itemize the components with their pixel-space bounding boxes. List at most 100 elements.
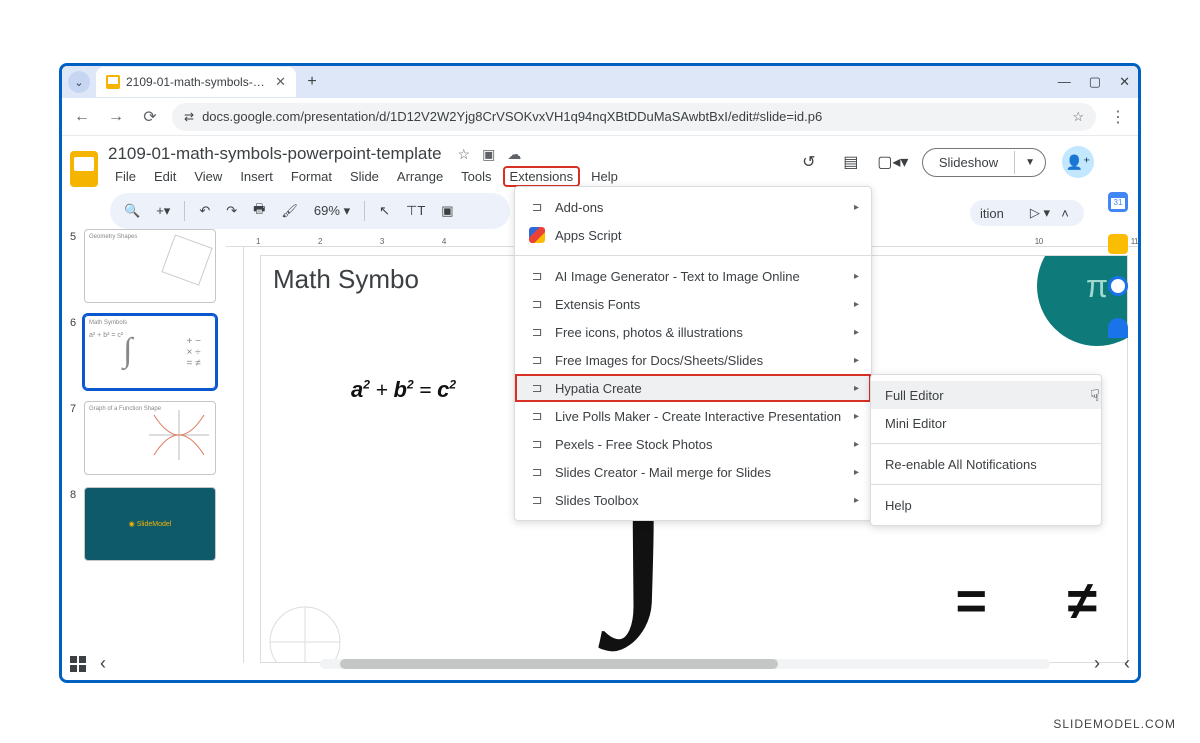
cursor-mode-icon[interactable]: ▷ ▾ [1030,205,1050,221]
thumb-5[interactable]: Geometry Shapes [84,229,216,303]
reload-button[interactable]: ⟳ [138,105,162,129]
mode-dropdown[interactable]: ition ▷ ▾ ˄ [970,200,1084,226]
collapse-icon[interactable]: ˄ [1056,204,1074,222]
star-icon[interactable]: ☆ [458,146,471,163]
vertical-ruler [226,247,244,663]
thumb-8[interactable]: ◉ SlideModel [84,487,216,561]
image-icon[interactable]: ▣ [435,199,459,223]
sub-help[interactable]: Help [871,491,1101,519]
meet-icon[interactable]: ▢◂▾ [880,149,906,175]
comments-icon[interactable]: ▤ [838,149,864,175]
ext-pexels[interactable]: ⊏Pexels - Free Stock Photos▸ [515,430,871,458]
new-tab-button[interactable]: + [300,70,324,94]
tasks-icon[interactable] [1108,276,1128,296]
menu-format[interactable]: Format [284,166,339,187]
cloud-status-icon[interactable]: ☁ [507,146,521,163]
ext-free-images[interactable]: ⊏Free Images for Docs/Sheets/Slides▸ [515,346,871,374]
apps-script-icon [529,227,545,243]
ext-apps-script[interactable]: Apps Script [515,221,871,249]
thumb-number: 5 [70,229,78,303]
browser-tab[interactable]: 2109-01-math-symbols-power ✕ [96,67,296,97]
app-window: ⌄ 2109-01-math-symbols-power ✕ + — ▢ ✕ ←… [59,63,1141,683]
ext-ai-image[interactable]: ⊏AI Image Generator - Text to Image Onli… [515,262,871,290]
menu-view[interactable]: View [187,166,229,187]
addon-icon: ⊏ [529,296,545,312]
horizontal-scrollbar[interactable] [320,659,1050,669]
slides-logo-icon[interactable] [70,151,98,187]
menu-insert[interactable]: Insert [233,166,280,187]
close-tab-icon[interactable]: ✕ [275,74,286,90]
forward-button[interactable]: → [104,105,128,129]
site-info-icon[interactable]: ⇄ [184,110,194,124]
share-button[interactable]: 👤⁺ [1062,146,1094,178]
toolbar: 🔍 +▾ ↶ ↷ 🖶 🖌 69% ▾ ↖ ⊤T ▣ [110,193,510,229]
prev-chevron-icon[interactable]: ‹ [100,653,106,674]
sub-reenable[interactable]: Re-enable All Notifications [871,450,1101,478]
slideshow-dropdown[interactable]: ▼ [1014,151,1045,174]
contacts-icon[interactable] [1108,318,1128,338]
menu-slide[interactable]: Slide [343,166,386,187]
explore-chevron-icon[interactable]: ‹ [1124,653,1130,674]
textbox-icon[interactable]: ⊤T [400,199,431,223]
addon-icon: ⊏ [529,268,545,284]
search-menus-icon[interactable]: 🔍 [118,199,146,223]
not-equals-symbol: ≠ [1067,570,1097,632]
redo-icon[interactable]: ↷ [220,199,243,223]
back-button[interactable]: ← [70,105,94,129]
addon-icon: ⊏ [529,324,545,340]
address-bar[interactable]: ⇄ docs.google.com/presentation/d/1D12V2W… [172,103,1096,131]
window-controls: — ▢ ✕ [1058,74,1130,90]
thumbnail-rail[interactable]: 5 Geometry Shapes 6 Math Symbols a² + b²… [62,229,226,663]
minimize-icon[interactable]: — [1058,74,1071,90]
header-actions: ↺ ▤ ▢◂▾ Slideshow ▼ 👤⁺ [796,146,1094,178]
addon-icon: ⊏ [529,408,545,424]
menu-file[interactable]: File [108,166,143,187]
ext-slides-toolbox[interactable]: ⊏Slides Toolbox▸ [515,486,871,514]
close-window-icon[interactable]: ✕ [1119,74,1130,90]
zoom-level[interactable]: 69% ▾ [308,199,356,223]
undo-icon[interactable]: ↶ [193,199,216,223]
slideshow-button[interactable]: Slideshow ▼ [922,148,1046,177]
hypatia-submenu: Full Editor Mini Editor Re-enable All No… [870,374,1102,526]
equals-symbol: = [955,570,987,632]
maximize-icon[interactable]: ▢ [1089,74,1101,90]
url-text: docs.google.com/presentation/d/1D12V2W2Y… [202,109,822,124]
new-slide-icon[interactable]: +▾ [150,199,176,223]
ext-hypatia-create[interactable]: ⊏Hypatia Create▸ [515,374,871,402]
thumb-number: 6 [70,315,78,389]
thumb-7[interactable]: Graph of a Function Shape [84,401,216,475]
cursor-pointer-icon: ☟ [1090,386,1100,406]
addon-icon: ⊏ [529,436,545,452]
browser-more-icon[interactable]: ⋮ [1106,107,1130,127]
history-icon[interactable]: ↺ [796,149,822,175]
slides-favicon-icon [106,75,120,89]
ext-addons[interactable]: ⊏Add-ons▸ [515,193,871,221]
thumb-number: 8 [70,487,78,561]
doc-title[interactable]: 2109-01-math-symbols-powerpoint-template [108,144,442,164]
move-icon[interactable]: ▣ [482,146,495,163]
menu-extensions[interactable]: Extensions [503,166,581,187]
keep-icon[interactable] [1108,234,1128,254]
select-tool-icon[interactable]: ↖ [373,199,396,223]
sub-mini-editor[interactable]: Mini Editor [871,409,1101,437]
calendar-icon[interactable] [1108,192,1128,212]
bookmark-star-icon[interactable]: ☆ [1072,109,1084,125]
ext-extensis[interactable]: ⊏Extensis Fonts▸ [515,290,871,318]
menu-arrange[interactable]: Arrange [390,166,450,187]
sub-full-editor[interactable]: Full Editor [871,381,1101,409]
bottom-bar: ‹ › ‹ [70,653,1130,674]
paint-format-icon[interactable]: 🖌 [275,199,304,223]
thumb-6[interactable]: Math Symbols a² + b² = c² ∫ + −× ÷= ≠ [84,315,216,389]
ext-slides-creator[interactable]: ⊏Slides Creator - Mail merge for Slides▸ [515,458,871,486]
ext-live-polls[interactable]: ⊏Live Polls Maker - Create Interactive P… [515,402,871,430]
menu-help[interactable]: Help [584,166,625,187]
menu-edit[interactable]: Edit [147,166,183,187]
browser-tabstrip: ⌄ 2109-01-math-symbols-power ✕ + — ▢ ✕ [62,66,1138,98]
ext-free-icons[interactable]: ⊏Free icons, photos & illustrations▸ [515,318,871,346]
addon-icon: ⊏ [529,464,545,480]
next-chevron-icon[interactable]: › [1094,653,1100,674]
grid-view-icon[interactable] [70,656,86,672]
tab-search-dropdown[interactable]: ⌄ [68,71,90,93]
menu-tools[interactable]: Tools [454,166,498,187]
print-icon[interactable]: 🖶 [247,196,271,226]
